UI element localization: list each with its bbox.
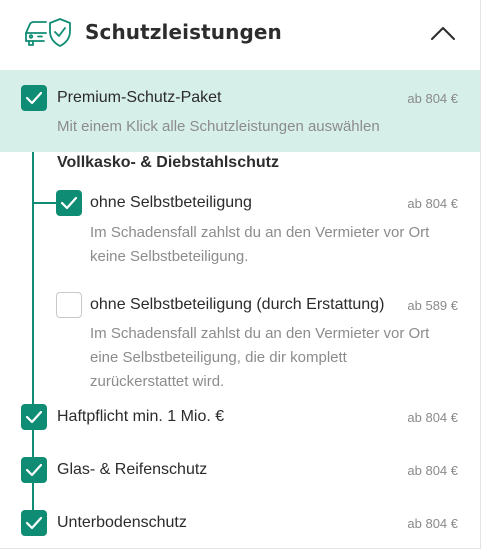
checkmark-icon (60, 196, 78, 210)
option-reimbursed-deductible-description-line-2: eine Selbstbeteiligung, die dir komplett (90, 349, 347, 366)
option-reimbursed-deductible-checkbox[interactable] (56, 292, 82, 318)
premium-package-price: ab 804 € (407, 91, 458, 106)
checkmark-icon (25, 463, 43, 477)
underbody-checkbox[interactable] (21, 510, 47, 536)
checkmark-icon (25, 410, 43, 424)
option-no-deductible-price: ab 804 € (407, 196, 458, 211)
option-reimbursed-deductible-price: ab 589 € (407, 298, 458, 313)
liability-label[interactable]: Haftpflicht min. 1 Mio. € (57, 408, 224, 426)
underbody-label[interactable]: Unterbodenschutz (57, 514, 187, 532)
tree-connector-branch (32, 202, 58, 204)
option-no-deductible-description-line-2: keine Selbstbeteiligung. (90, 248, 249, 265)
glass-tire-label[interactable]: Glas- & Reifenschutz (57, 461, 207, 479)
option-no-deductible-checkbox[interactable] (56, 190, 82, 216)
premium-package-row[interactable] (0, 70, 480, 152)
section-heading: Vollkasko- & Diebstahlschutz (57, 154, 279, 171)
option-no-deductible-description-line-1: Im Schadensfall zahlst du an den Vermiet… (90, 224, 430, 241)
chevron-up-icon (431, 27, 455, 40)
collapse-button[interactable] (426, 18, 460, 48)
car-shield-icon (25, 18, 71, 47)
panel-title: Schutzleistungen (85, 20, 282, 44)
checkmark-icon (25, 91, 43, 105)
glass-tire-checkbox[interactable] (21, 457, 47, 483)
protection-panel: Schutzleistungen Premium-Schutz-Paket ab… (0, 0, 481, 549)
liability-price: ab 804 € (407, 410, 458, 425)
glass-tire-price: ab 804 € (407, 463, 458, 478)
premium-package-description: Mit einem Klick alle Schutzleistungen au… (57, 118, 380, 135)
panel-header[interactable]: Schutzleistungen (0, 0, 480, 68)
checkmark-icon (25, 516, 43, 530)
premium-package-label: Premium-Schutz-Paket (57, 89, 222, 106)
option-no-deductible-label[interactable]: ohne Selbstbeteiligung (90, 194, 252, 212)
underbody-price: ab 804 € (407, 516, 458, 531)
premium-package-checkbox[interactable] (21, 85, 47, 111)
option-reimbursed-deductible-description-line-3: zurückerstattet wird. (90, 373, 225, 390)
option-reimbursed-deductible-label[interactable]: ohne Selbstbeteiligung (durch Erstattung… (90, 296, 384, 314)
option-reimbursed-deductible-description-line-1: Im Schadensfall zahlst du an den Vermiet… (90, 325, 430, 342)
liability-checkbox[interactable] (21, 404, 47, 430)
